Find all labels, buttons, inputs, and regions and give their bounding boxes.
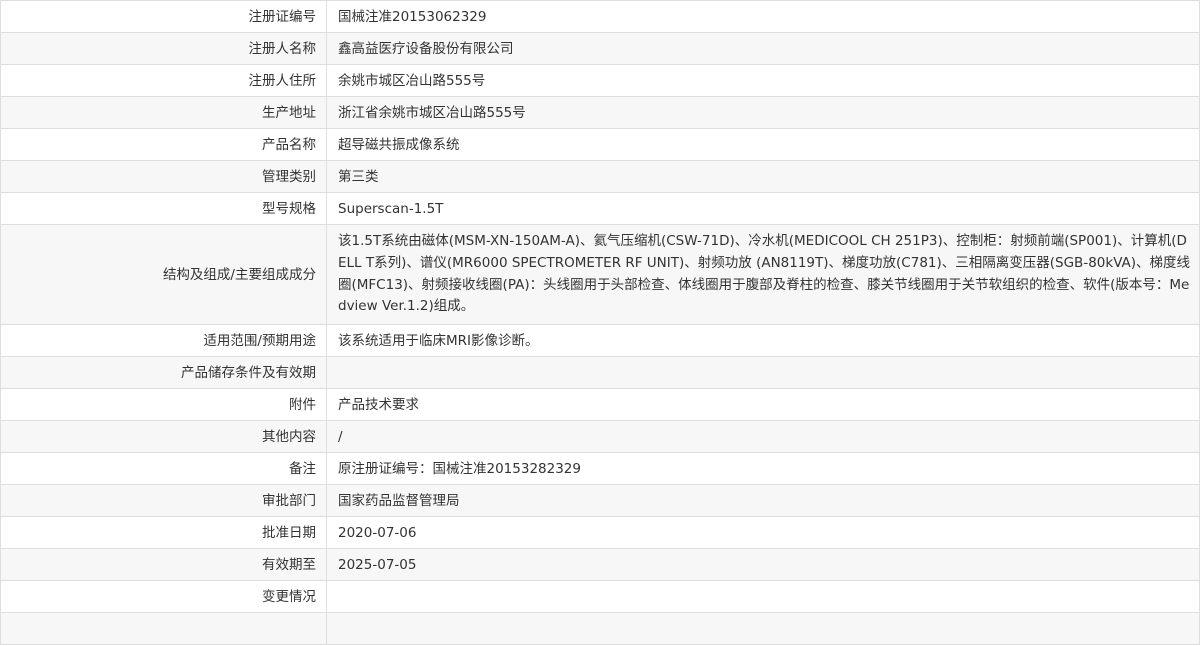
value-change-status [326, 580, 1200, 613]
row-other-content: 其他内容 / [0, 420, 1200, 453]
label-trailing-empty [0, 612, 327, 645]
value-management-category: 第三类 [326, 160, 1200, 193]
value-product-name: 超导磁共振成像系统 [326, 128, 1200, 161]
row-management-category: 管理类别 第三类 [0, 160, 1200, 193]
value-storage-validity [326, 356, 1200, 389]
label-approval-department: 审批部门 [0, 484, 327, 517]
value-structure-composition: 该1.5T系统由磁体(MSM-XN-150AM-A)、氦气压缩机(CSW-71D… [326, 224, 1200, 325]
label-attachment: 附件 [0, 388, 327, 421]
value-approval-department: 国家药品监督管理局 [326, 484, 1200, 517]
label-product-name: 产品名称 [0, 128, 327, 161]
row-product-name: 产品名称 超导磁共振成像系统 [0, 128, 1200, 161]
registration-info-page: 注册证编号 国械注准20153062329 注册人名称 鑫高益医疗设备股份有限公… [0, 0, 1200, 646]
label-approval-date: 批准日期 [0, 516, 327, 549]
label-model-spec: 型号规格 [0, 192, 327, 225]
value-valid-until: 2025-07-05 [326, 548, 1200, 581]
label-structure-composition: 结构及组成/主要组成成分 [0, 224, 327, 325]
label-registration-number: 注册证编号 [0, 0, 327, 33]
label-production-address: 生产地址 [0, 96, 327, 129]
label-management-category: 管理类别 [0, 160, 327, 193]
row-model-spec: 型号规格 Superscan-1.5T [0, 192, 1200, 225]
value-remarks: 原注册证编号：国械注准20153282329 [326, 452, 1200, 485]
row-approval-department: 审批部门 国家药品监督管理局 [0, 484, 1200, 517]
row-registrant-name: 注册人名称 鑫高益医疗设备股份有限公司 [0, 32, 1200, 65]
label-change-status: 变更情况 [0, 580, 327, 613]
row-attachment: 附件 产品技术要求 [0, 388, 1200, 421]
value-registrant-address: 余姚市城区冶山路555号 [326, 64, 1200, 97]
value-trailing-empty [326, 612, 1200, 645]
row-valid-until: 有效期至 2025-07-05 [0, 548, 1200, 581]
row-registration-number: 注册证编号 国械注准20153062329 [0, 0, 1200, 33]
value-approval-date: 2020-07-06 [326, 516, 1200, 549]
row-intended-use: 适用范围/预期用途 该系统适用于临床MRI影像诊断。 [0, 324, 1200, 357]
registration-info-table: 注册证编号 国械注准20153062329 注册人名称 鑫高益医疗设备股份有限公… [0, 0, 1200, 645]
row-remarks: 备注 原注册证编号：国械注准20153282329 [0, 452, 1200, 485]
value-production-address: 浙江省余姚市城区冶山路555号 [326, 96, 1200, 129]
row-production-address: 生产地址 浙江省余姚市城区冶山路555号 [0, 96, 1200, 129]
row-approval-date: 批准日期 2020-07-06 [0, 516, 1200, 549]
label-other-content: 其他内容 [0, 420, 327, 453]
row-storage-validity: 产品储存条件及有效期 [0, 356, 1200, 389]
value-model-spec: Superscan-1.5T [326, 192, 1200, 225]
value-attachment: 产品技术要求 [326, 388, 1200, 421]
label-registrant-address: 注册人住所 [0, 64, 327, 97]
label-valid-until: 有效期至 [0, 548, 327, 581]
label-registrant-name: 注册人名称 [0, 32, 327, 65]
value-registration-number: 国械注准20153062329 [326, 0, 1200, 33]
value-intended-use: 该系统适用于临床MRI影像诊断。 [326, 324, 1200, 357]
value-other-content: / [326, 420, 1200, 453]
row-registrant-address: 注册人住所 余姚市城区冶山路555号 [0, 64, 1200, 97]
label-storage-validity: 产品储存条件及有效期 [0, 356, 327, 389]
label-intended-use: 适用范围/预期用途 [0, 324, 327, 357]
label-remarks: 备注 [0, 452, 327, 485]
row-change-status: 变更情况 [0, 580, 1200, 613]
row-structure-composition: 结构及组成/主要组成成分 该1.5T系统由磁体(MSM-XN-150AM-A)、… [0, 224, 1200, 325]
value-registrant-name: 鑫高益医疗设备股份有限公司 [326, 32, 1200, 65]
row-trailing-empty [0, 612, 1200, 645]
